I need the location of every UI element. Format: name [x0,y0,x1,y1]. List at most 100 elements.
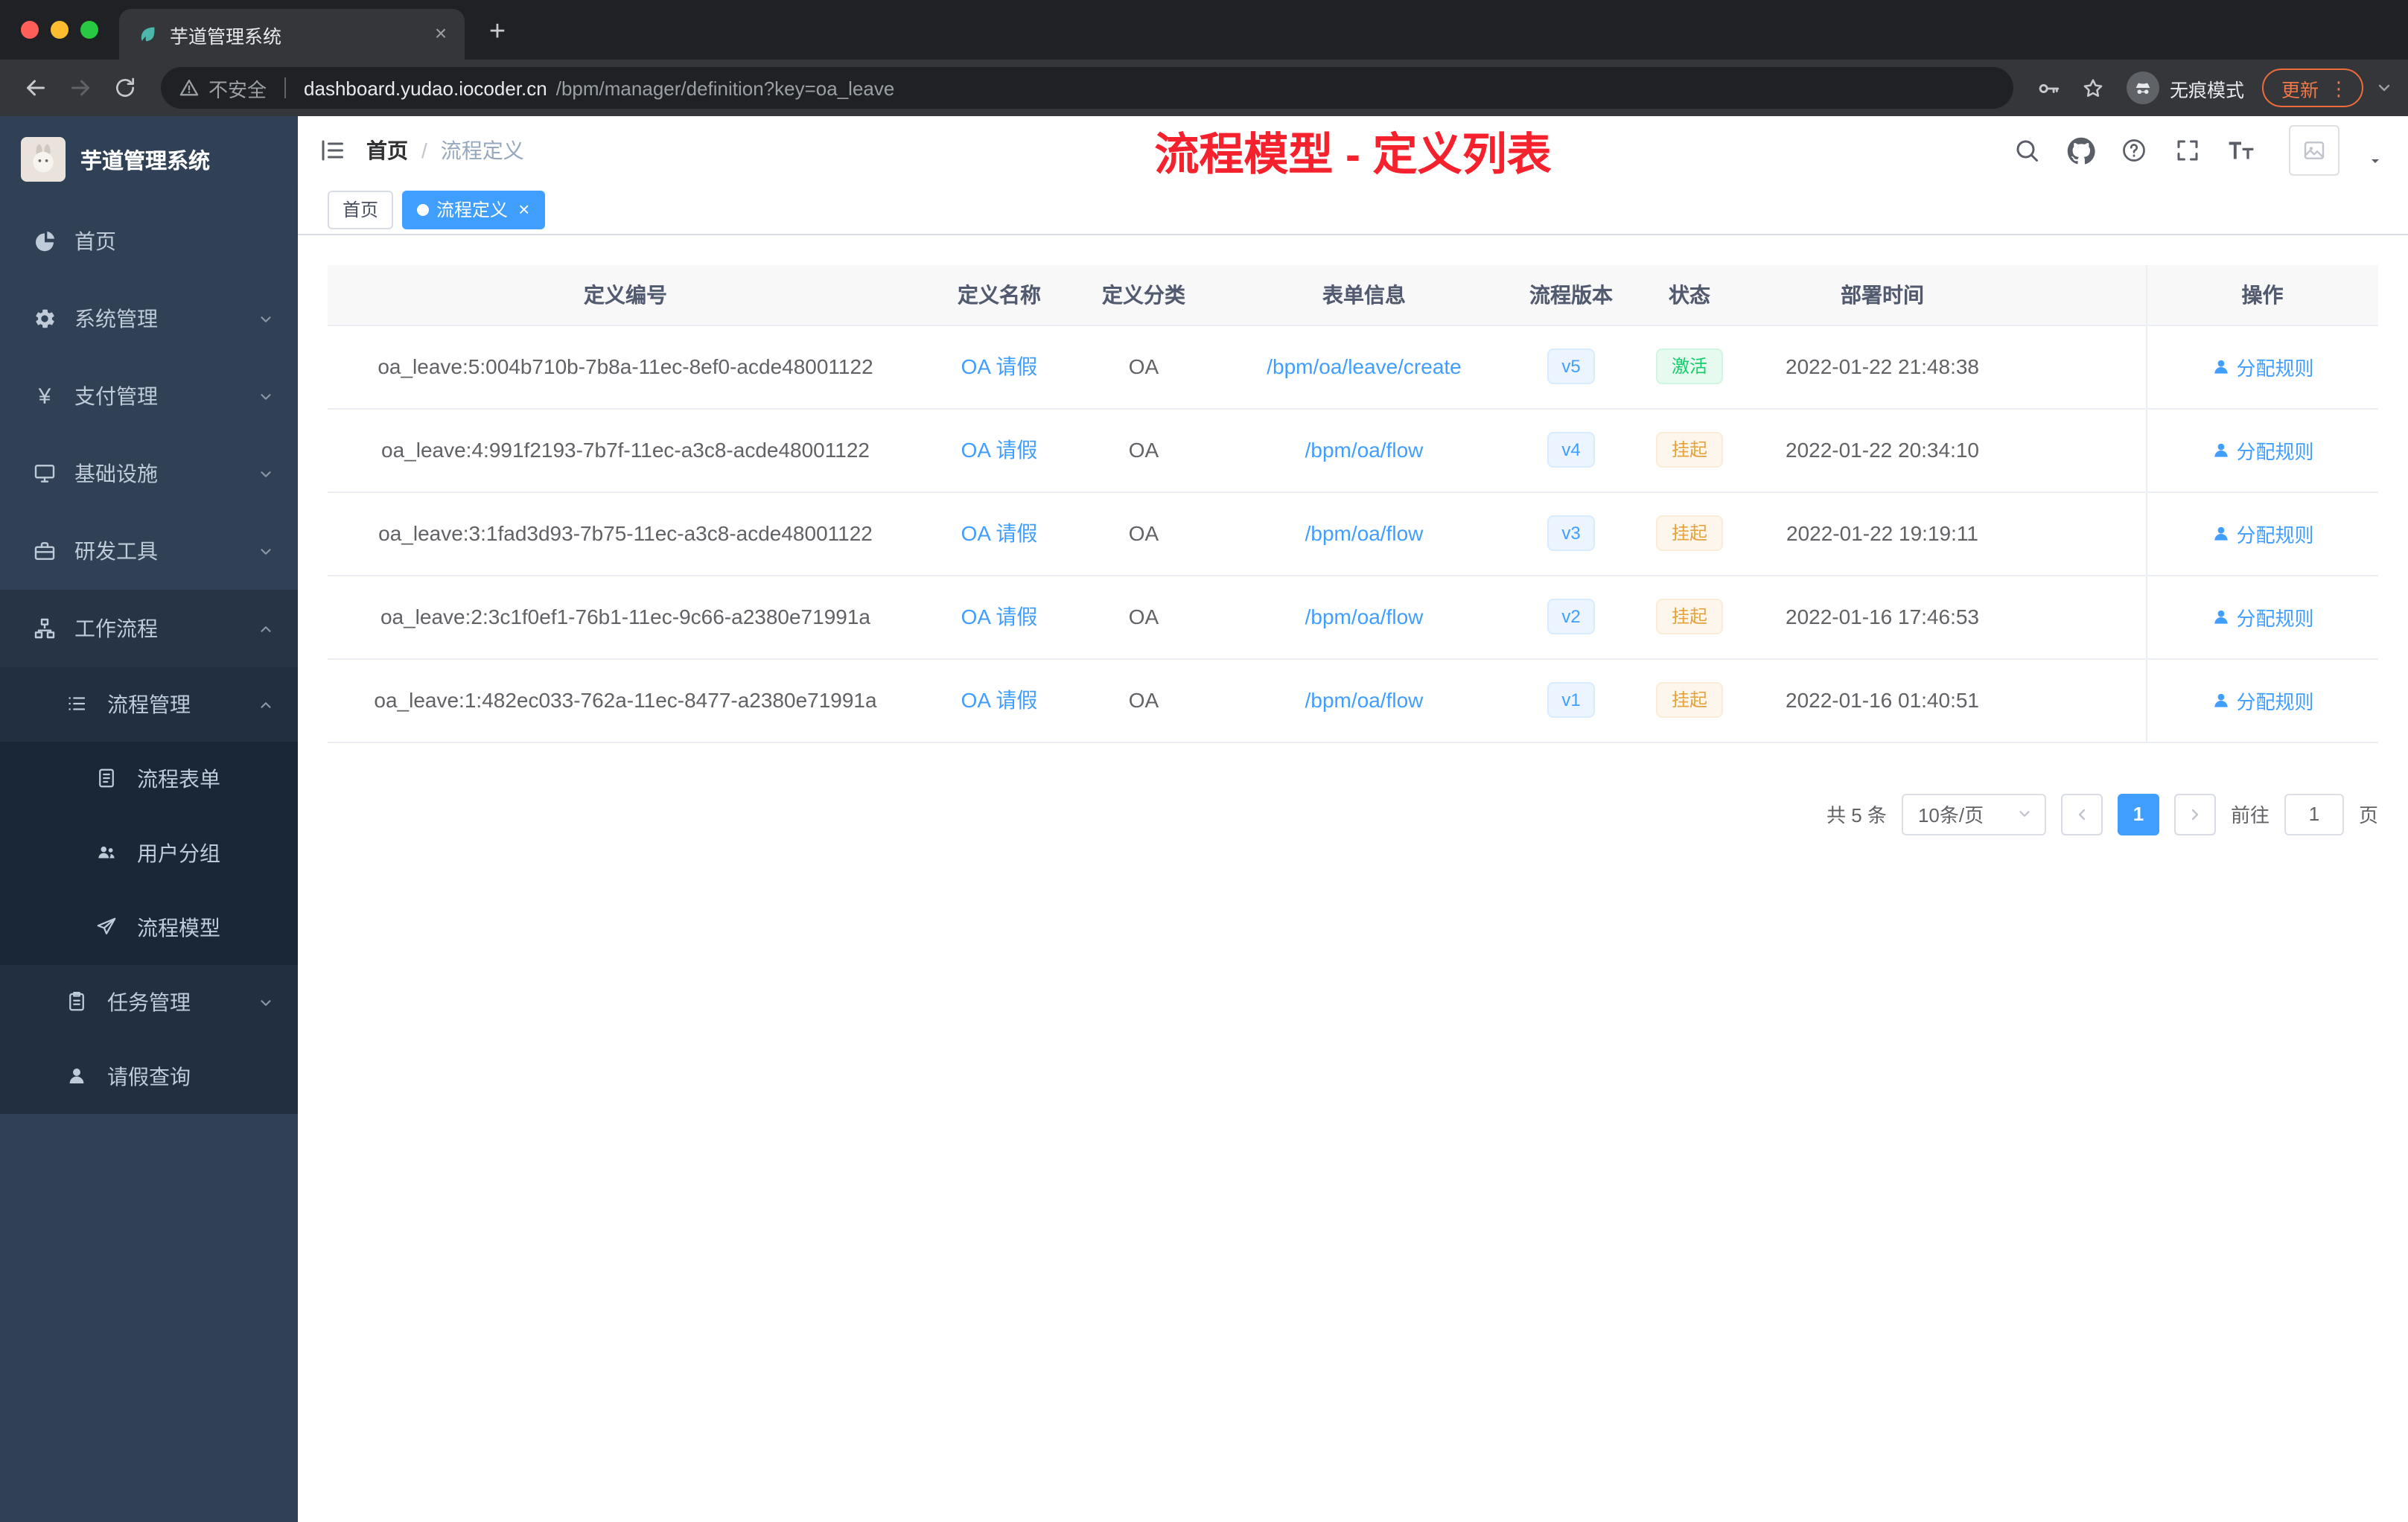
avatar[interactable] [2289,125,2339,176]
sidebar-item-payment[interactable]: ¥ 支付管理 [0,357,298,435]
cell-category: OA [1075,325,1212,409]
sidebar-item-process-model[interactable]: 流程模型 [0,891,298,965]
address-bar[interactable]: 不安全 dashboard.yudao.iocoder.cn/bpm/manag… [161,67,2013,109]
cell-spacer [2012,408,2146,492]
prev-page-button[interactable] [2060,793,2103,835]
active-dot-icon [417,203,430,215]
gear-icon [33,307,57,331]
page-number-button[interactable]: 1 [2117,793,2159,835]
close-icon[interactable]: × [518,200,529,219]
chevron-up-icon [258,620,274,637]
tags-view: 首页 流程定义 × [298,185,2408,235]
sidebar: 芋道管理系统 首页 系统管理 ¥ 支付管理 基础设施 研发工具 工作流程 流程管… [0,116,298,1522]
tag-label: 流程定义 [436,200,509,220]
definition-name-link[interactable]: OA 请假 [961,438,1038,462]
assign-rule-button[interactable]: 分配规则 [2211,436,2314,464]
chevron-down-icon[interactable] [2375,79,2393,97]
col-definition-id: 定义编号 [328,265,923,325]
sidebar-item-leave-query[interactable]: 请假查询 [0,1039,298,1114]
next-page-button[interactable] [2173,793,2216,835]
list-icon [66,692,89,716]
key-icon[interactable] [2028,67,2070,109]
sidebar-item-devtools[interactable]: 研发工具 [0,512,298,590]
sidebar-logo[interactable]: 芋道管理系统 [0,116,298,203]
sidebar-item-system[interactable]: 系统管理 [0,280,298,357]
user-icon [2214,692,2228,707]
browser-update-button[interactable]: 更新 ⋮ [2261,69,2363,107]
sidebar-item-infrastructure[interactable]: 基础设施 [0,435,298,512]
browser-tabstrip: 芋道管理系统 × + [0,0,2408,60]
reload-icon[interactable] [104,67,146,109]
table-row: oa_leave:5:004b710b-7b8a-11ec-8ef0-acde4… [328,325,2378,409]
table-row: oa_leave:3:1fad3d93-7b75-11ec-a3c8-acde4… [328,491,2378,576]
breadcrumb-home[interactable]: 首页 [366,136,408,165]
cell-category: OA [1075,658,1212,742]
browser-tab[interactable]: 芋道管理系统 × [119,9,465,60]
tag-process-definition[interactable]: 流程定义 × [402,190,545,229]
users-icon [95,841,119,865]
bookmark-star-icon[interactable] [2073,67,2115,109]
chevron-up-icon [258,696,274,713]
incognito-label: 无痕模式 [2169,80,2244,101]
search-icon[interactable] [2012,136,2042,165]
sidebar-item-label: 流程管理 [107,692,191,716]
back-icon[interactable] [15,67,57,109]
minimize-window-button[interactable] [51,21,69,39]
definition-name-link[interactable]: OA 请假 [961,521,1038,545]
app-title: 芋道管理系统 [80,150,210,173]
close-window-button[interactable] [21,21,39,39]
sidebar-item-task-mgmt[interactable]: 任务管理 [0,965,298,1039]
definition-name-link[interactable]: OA 请假 [961,354,1038,378]
table-row: oa_leave:2:3c1f0ef1-76b1-11ec-9c66-a2380… [328,575,2378,659]
github-icon[interactable] [2065,136,2095,165]
hamburger-icon[interactable] [298,116,366,185]
new-tab-button[interactable]: + [477,13,518,55]
form-info-link[interactable]: /bpm/oa/leave/create [1267,354,1462,378]
logo-avatar [21,137,66,182]
content: 定义编号 定义名称 定义分类 表单信息 流程版本 状态 部署时间 操作 oa_l… [298,235,2408,1522]
sidebar-item-label: 系统管理 [74,307,158,331]
annotation-overlay: 流程模型 - 定义列表 [1154,131,1552,180]
sidebar-item-process-form[interactable]: 流程表单 [0,742,298,816]
status-badge: 挂起 [1656,682,1722,718]
sidebar-item-process-mgmt[interactable]: 流程管理 [0,667,298,742]
goto-label: 前往 [2230,804,2270,827]
col-definition-name: 定义名称 [923,265,1075,325]
form-info-link[interactable]: /bpm/oa/flow [1305,438,1424,462]
assign-rule-button[interactable]: 分配规则 [2211,602,2314,631]
form-info-link[interactable]: /bpm/oa/flow [1305,688,1424,712]
definition-name-link[interactable]: OA 请假 [961,605,1038,628]
col-definition-category: 定义分类 [1075,265,1212,325]
assign-rule-button[interactable]: 分配规则 [2211,352,2314,380]
tab-close-icon[interactable]: × [429,22,453,46]
definition-name-link[interactable]: OA 请假 [961,688,1038,712]
form-info-link[interactable]: /bpm/oa/flow [1305,521,1424,545]
assign-rule-button[interactable]: 分配规则 [2211,686,2314,714]
goto-page-input[interactable] [2284,793,2344,835]
chevron-down-icon [258,311,274,327]
status-badge: 挂起 [1656,432,1722,468]
page-size-select[interactable]: 10条/页 [1901,793,2046,835]
fullscreen-icon[interactable] [2173,136,2202,165]
table-row: oa_leave:1:482ec033-762a-11ec-8477-a2380… [328,658,2378,742]
form-info-link[interactable]: /bpm/oa/flow [1305,605,1424,628]
sidebar-item-label: 首页 [74,229,116,253]
maximize-window-button[interactable] [80,21,98,39]
assign-rule-button[interactable]: 分配规则 [2211,519,2314,547]
sidebar-item-home[interactable]: 首页 [0,203,298,280]
breadcrumb-current: 流程定义 [440,138,524,162]
sidebar-item-workflow[interactable]: 工作流程 [0,590,298,667]
incognito-badge: 无痕模式 [2126,71,2244,104]
help-icon[interactable] [2119,136,2149,165]
status-badge: 挂起 [1656,515,1722,551]
tag-home[interactable]: 首页 [328,190,394,229]
app-root: 芋道管理系统 首页 系统管理 ¥ 支付管理 基础设施 研发工具 工作流程 流程管… [0,116,2408,1522]
page-size-value: 10条/页 [1917,804,1984,827]
forward-icon[interactable] [60,67,101,109]
sidebar-item-user-group[interactable]: 用户分组 [0,816,298,891]
col-actions: 操作 [2145,265,2378,325]
caret-down-icon[interactable] [2366,152,2384,170]
version-badge: v4 [1547,432,1596,468]
font-size-icon[interactable] [2226,136,2256,165]
cell-deploy-time: 2022-01-22 20:34:10 [1753,408,2012,492]
